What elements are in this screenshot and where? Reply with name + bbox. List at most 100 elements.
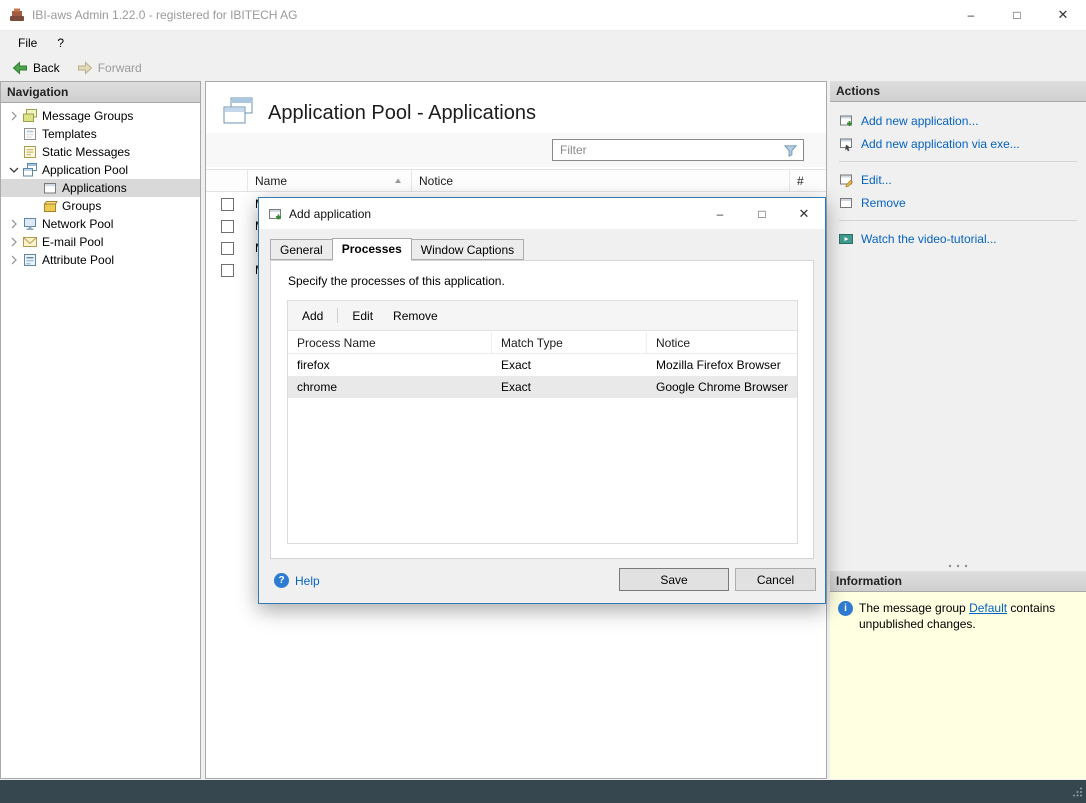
close-button[interactable]: ✕: [1040, 0, 1086, 30]
page-title: Application Pool - Applications: [268, 102, 536, 124]
column-header-name[interactable]: Name: [248, 170, 412, 191]
help-icon: ?: [274, 573, 289, 588]
chevron-right-icon[interactable]: [6, 252, 22, 268]
row-checkbox[interactable]: [220, 241, 234, 255]
add-application-dialog-icon: [267, 206, 283, 222]
applications-list-header: Name Notice #: [206, 169, 826, 192]
minimize-button[interactable]: –: [948, 0, 994, 30]
action-watch-video-tutorial[interactable]: Watch the video-tutorial...: [838, 227, 1078, 250]
toolbar-separator: [337, 308, 339, 323]
filter-funnel-icon[interactable]: [783, 143, 798, 161]
video-tutorial-icon: [838, 231, 854, 247]
dialog-title: Add application: [289, 206, 372, 221]
row-checkbox[interactable]: [220, 263, 234, 277]
chevron-right-icon[interactable]: [6, 108, 22, 124]
nav-item-groups[interactable]: Groups: [1, 197, 200, 215]
tab-processes[interactable]: Processes: [331, 238, 412, 261]
application-pool-icon: [22, 162, 38, 178]
groups-icon: [42, 198, 58, 214]
chevron-down-icon[interactable]: [6, 162, 22, 178]
nav-item-static-messages[interactable]: Static Messages: [1, 143, 200, 161]
resize-grip-icon[interactable]: [1071, 786, 1083, 801]
processes-tab-page: Specify the processes of this applicatio…: [270, 260, 814, 559]
main-heading: Application Pool - Applications: [221, 95, 536, 132]
close-icon: ✕: [1057, 7, 1069, 22]
nav-item-attribute-pool[interactable]: Attribute Pool: [1, 251, 200, 269]
process-add-button[interactable]: Add: [293, 305, 332, 327]
column-header-process-name[interactable]: Process Name: [288, 332, 492, 353]
edit-application-icon: [838, 172, 854, 188]
grip-dots-icon: [948, 564, 968, 568]
nav-item-message-groups[interactable]: Message Groups: [1, 107, 200, 125]
static-messages-icon: [22, 144, 38, 160]
dialog-maximize-button[interactable]: □: [741, 198, 783, 229]
nav-item-network-pool[interactable]: Network Pool: [1, 215, 200, 233]
sort-asc-icon: [394, 174, 402, 188]
save-button[interactable]: Save: [619, 568, 729, 591]
message-groups-icon: [22, 108, 38, 124]
add-application-icon: [838, 113, 854, 129]
row-checkbox[interactable]: [220, 219, 234, 233]
column-header-notice[interactable]: Notice: [412, 170, 790, 191]
chevron-right-icon[interactable]: [6, 234, 22, 250]
titlebar: IBI-aws Admin 1.22.0 - registered for IB…: [0, 0, 1086, 31]
dialog-close-button[interactable]: ✕: [783, 198, 825, 229]
attribute-pool-icon: [22, 252, 38, 268]
process-row-firefox[interactable]: firefox Exact Mozilla Firefox Browser: [288, 354, 797, 376]
column-header-process-notice[interactable]: Notice: [647, 332, 797, 353]
action-add-new-application-via-exe[interactable]: Add new application via exe...: [838, 132, 1078, 155]
chevron-right-icon[interactable]: [6, 216, 22, 232]
toolbar: Back Forward: [0, 55, 1086, 81]
processes-table: Process Name Match Type Notice firefox E…: [288, 332, 797, 543]
back-button[interactable]: Back: [5, 58, 67, 78]
menu-help[interactable]: ?: [47, 33, 74, 53]
information-body: i The message group Default contains unp…: [830, 592, 1086, 779]
actions-body: Add new application... Add new applicati…: [830, 102, 1086, 561]
right-panel: Actions Add new application... Add new a…: [830, 81, 1086, 779]
process-row-chrome[interactable]: chrome Exact Google Chrome Browser: [288, 376, 797, 398]
row-checkbox[interactable]: [220, 197, 234, 211]
action-remove[interactable]: Remove: [838, 191, 1078, 214]
back-icon: [12, 61, 27, 75]
maximize-icon: □: [1013, 8, 1021, 22]
menu-file[interactable]: File: [8, 33, 47, 53]
tab-window-captions[interactable]: Window Captions: [410, 239, 525, 260]
navigation-tree: Message Groups Templates Static Messages…: [1, 103, 200, 269]
processes-block: Add Edit Remove Process Name Match Type …: [287, 300, 798, 544]
processes-table-header: Process Name Match Type Notice: [288, 332, 797, 354]
default-message-group-link[interactable]: Default: [969, 601, 1007, 615]
process-edit-button[interactable]: Edit: [343, 305, 382, 327]
column-header-match-type[interactable]: Match Type: [492, 332, 647, 353]
minimize-icon: –: [967, 8, 975, 22]
process-remove-button[interactable]: Remove: [384, 305, 447, 327]
nav-item-applications[interactable]: Applications: [1, 179, 200, 197]
nav-item-email-pool[interactable]: E-mail Pool: [1, 233, 200, 251]
maximize-button[interactable]: □: [994, 0, 1040, 30]
actions-separator: [839, 161, 1077, 162]
filter-input[interactable]: [552, 139, 804, 161]
application-pool-large-icon: [221, 95, 255, 132]
dialog-minimize-button[interactable]: –: [699, 198, 741, 229]
tab-general[interactable]: General: [270, 239, 333, 260]
email-pool-icon: [22, 234, 38, 250]
forward-button[interactable]: Forward: [70, 58, 149, 78]
navigation-panel: Navigation Message Groups Templates Stat…: [0, 81, 201, 779]
help-link[interactable]: ? Help: [274, 573, 320, 588]
action-edit[interactable]: Edit...: [838, 168, 1078, 191]
close-icon: ✕: [798, 205, 810, 221]
cancel-button[interactable]: Cancel: [735, 568, 816, 591]
nav-item-application-pool[interactable]: Application Pool: [1, 161, 200, 179]
forward-icon: [77, 61, 92, 75]
nav-item-templates[interactable]: Templates: [1, 125, 200, 143]
info-icon: i: [838, 601, 853, 616]
maximize-icon: □: [758, 206, 766, 221]
select-all-column: [206, 170, 248, 191]
navigation-header: Navigation: [1, 82, 200, 103]
menubar: File ?: [0, 31, 1086, 55]
actions-separator: [839, 220, 1077, 221]
action-add-new-application[interactable]: Add new application...: [838, 109, 1078, 132]
panel-splitter-grip[interactable]: [830, 561, 1086, 571]
templates-icon: [22, 126, 38, 142]
column-header-count[interactable]: #: [790, 170, 826, 191]
applications-icon: [42, 180, 58, 196]
